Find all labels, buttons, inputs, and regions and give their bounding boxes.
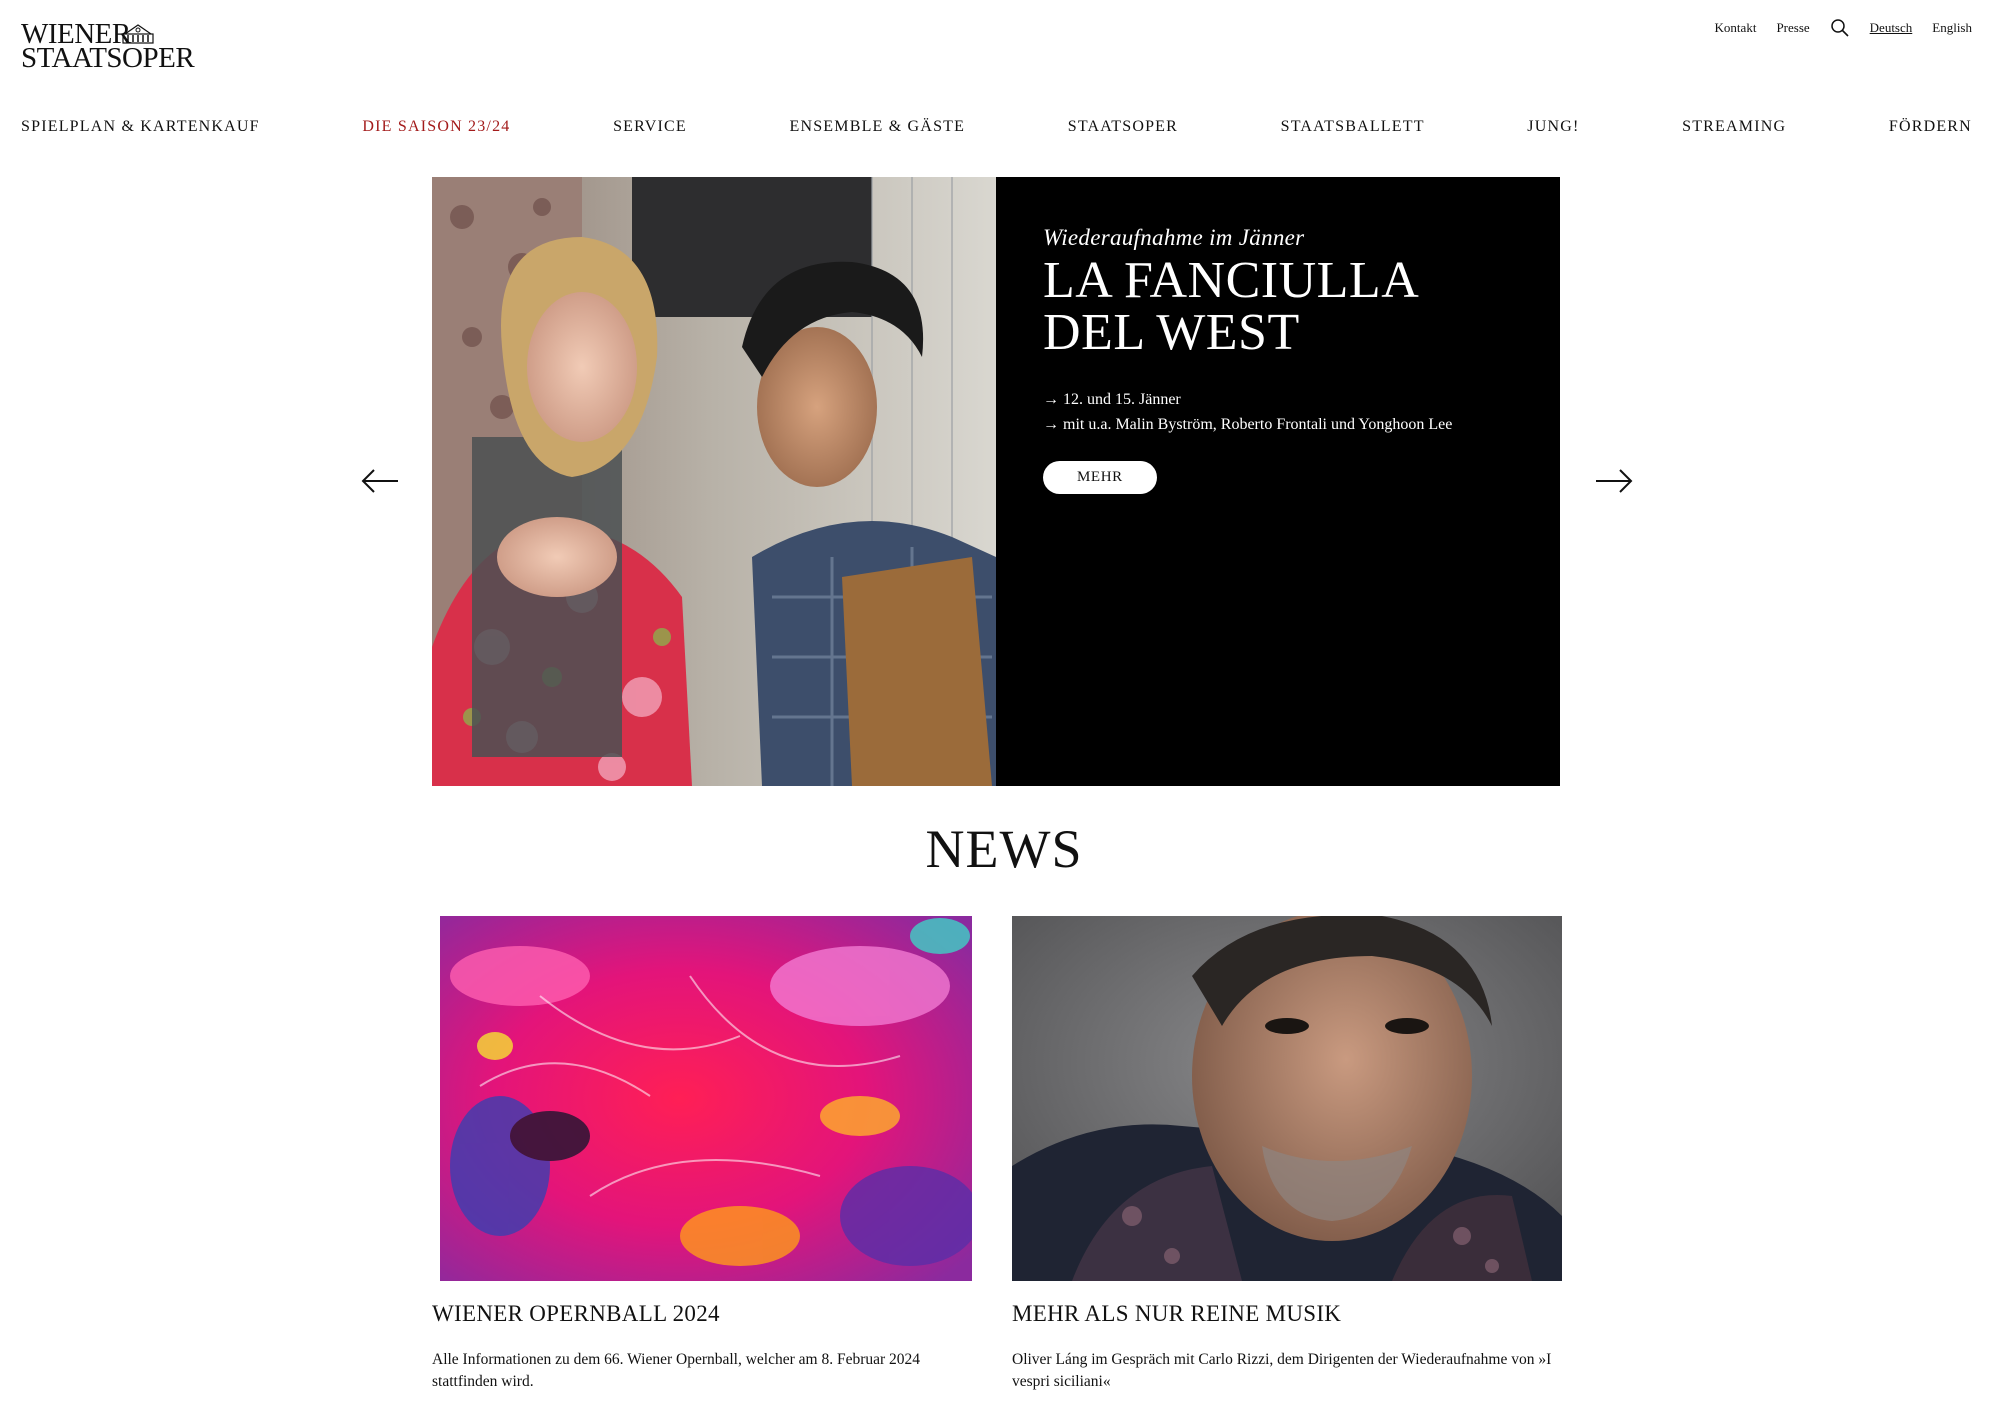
contact-link[interactable]: Kontakt bbox=[1715, 20, 1757, 36]
nav-spielplan[interactable]: SPIELPLAN & KARTENKAUF bbox=[21, 118, 260, 136]
search-icon[interactable] bbox=[1830, 18, 1850, 38]
nav-service[interactable]: SERVICE bbox=[613, 118, 687, 136]
hero-image[interactable] bbox=[432, 177, 996, 786]
news-card-text: Oliver Láng im Gespräch mit Carlo Rizzi,… bbox=[1012, 1351, 1552, 1390]
language-en-link[interactable]: English bbox=[1932, 20, 1972, 36]
logo-line-2: STAATSOPER bbox=[21, 42, 195, 74]
news-card-title[interactable]: WIENER OPERNBALL 2024 bbox=[432, 1301, 974, 1327]
hero-dates: → 12. und 15. Jänner bbox=[1043, 391, 1181, 408]
press-link[interactable]: Presse bbox=[1776, 20, 1809, 36]
news-heading: NEWS bbox=[925, 819, 1083, 879]
nav-staatsballett[interactable]: STAATSBALLETT bbox=[1281, 118, 1425, 136]
news-card-image[interactable] bbox=[1012, 916, 1562, 1281]
nav-streaming[interactable]: STREAMING bbox=[1682, 118, 1786, 136]
hero-more-button[interactable]: MEHR bbox=[1043, 461, 1157, 494]
arrow-left-icon[interactable] bbox=[360, 466, 400, 496]
logo[interactable]: WIENER STAATSOPER bbox=[21, 20, 195, 78]
nav-jung[interactable]: JUNG! bbox=[1527, 118, 1579, 136]
opera-house-icon bbox=[122, 24, 154, 44]
arrow-right-icon[interactable] bbox=[1594, 466, 1634, 496]
hero-carousel-slide: Wiederaufnahme im Jänner LA FANCIULLA DE… bbox=[432, 177, 1560, 786]
hero-text-panel: Wiederaufnahme im Jänner LA FANCIULLA DE… bbox=[996, 177, 1560, 786]
hero-kicker: Wiederaufnahme im Jänner bbox=[1043, 225, 1305, 250]
news-card-title[interactable]: MEHR ALS NUR REINE MUSIK bbox=[1012, 1301, 1562, 1327]
main-navigation: SPIELPLAN & KARTENKAUF DIE SAISON 23/24 … bbox=[21, 118, 1972, 136]
hero-cast: → mit u.a. Malin Byström, Roberto Fronta… bbox=[1043, 416, 1453, 433]
nav-saison[interactable]: DIE SAISON 23/24 bbox=[362, 118, 510, 136]
news-card-opernball[interactable]: WIENER OPERNBALL 2024 Alle Informationen… bbox=[432, 916, 974, 1393]
news-card-image[interactable] bbox=[440, 916, 972, 1281]
nav-ensemble[interactable]: ENSEMBLE & GÄSTE bbox=[789, 118, 965, 136]
news-card-interview[interactable]: MEHR ALS NUR REINE MUSIK Oliver Láng im … bbox=[1012, 916, 1562, 1393]
hero-title: LA FANCIULLA DEL WEST bbox=[1043, 252, 1417, 361]
nav-foerdern[interactable]: FÖRDERN bbox=[1889, 118, 1972, 136]
language-de-link[interactable]: Deutsch bbox=[1870, 20, 1913, 36]
news-card-text: Alle Informationen zu dem 66. Wiener Ope… bbox=[432, 1351, 921, 1390]
nav-staatsoper[interactable]: STAATSOPER bbox=[1068, 118, 1178, 136]
utility-bar: Kontakt Presse Deutsch English bbox=[1715, 18, 1972, 38]
